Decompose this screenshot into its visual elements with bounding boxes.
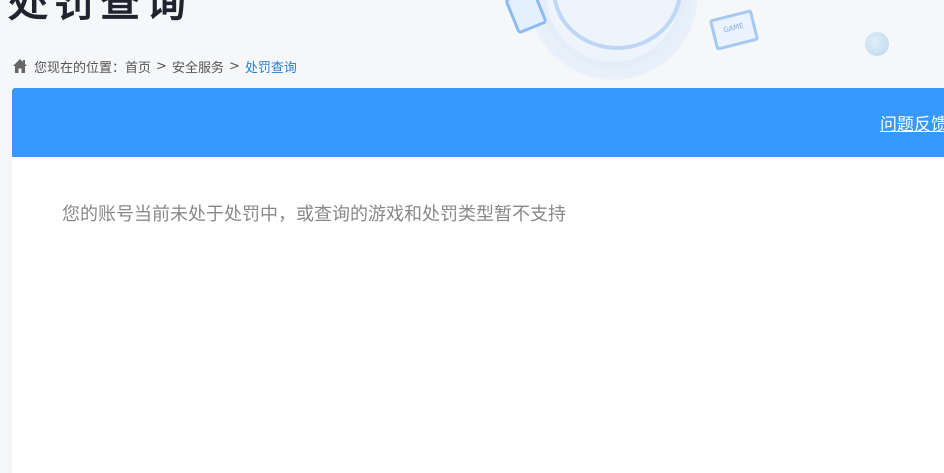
game-monitor-illustration-icon: GAME [708, 9, 760, 51]
banner-title: 处罚查询 [8, 0, 192, 26]
feedback-link[interactable]: 问题反馈 [880, 110, 944, 135]
breadcrumb-home-link[interactable]: 首页 [125, 57, 151, 76]
breadcrumb-security-link[interactable]: 安全服务 [172, 57, 224, 76]
decorative-line [880, 0, 931, 1]
breadcrumb-current: 处罚查询 [244, 60, 297, 76]
home-icon [12, 58, 28, 74]
monitor-label: GAME [722, 21, 745, 35]
breadcrumb-prefix: 您现在的位置： [34, 60, 126, 76]
content-panel: 问题反馈 您的账号当前未处于处罚中，或查询的游戏和处罚类型暂不支持 [12, 88, 944, 473]
panel-header-bar: 问题反馈 [12, 88, 944, 157]
breadcrumb-separator: > [156, 58, 167, 74]
breadcrumb-separator: > [228, 58, 240, 74]
breadcrumb: 您现在的位置： 首页 > 安全服务 > 处罚查询 [12, 56, 297, 76]
status-message: 您的账号当前未处于处罚中，或查询的游戏和处罚类型暂不支持 [62, 204, 566, 225]
decorative-bubble [865, 32, 889, 56]
page: 处罚查询 GAME 您现在的位置： 首页 > 安全服务 > 处罚查询 问题反馈 … [0, 0, 944, 473]
